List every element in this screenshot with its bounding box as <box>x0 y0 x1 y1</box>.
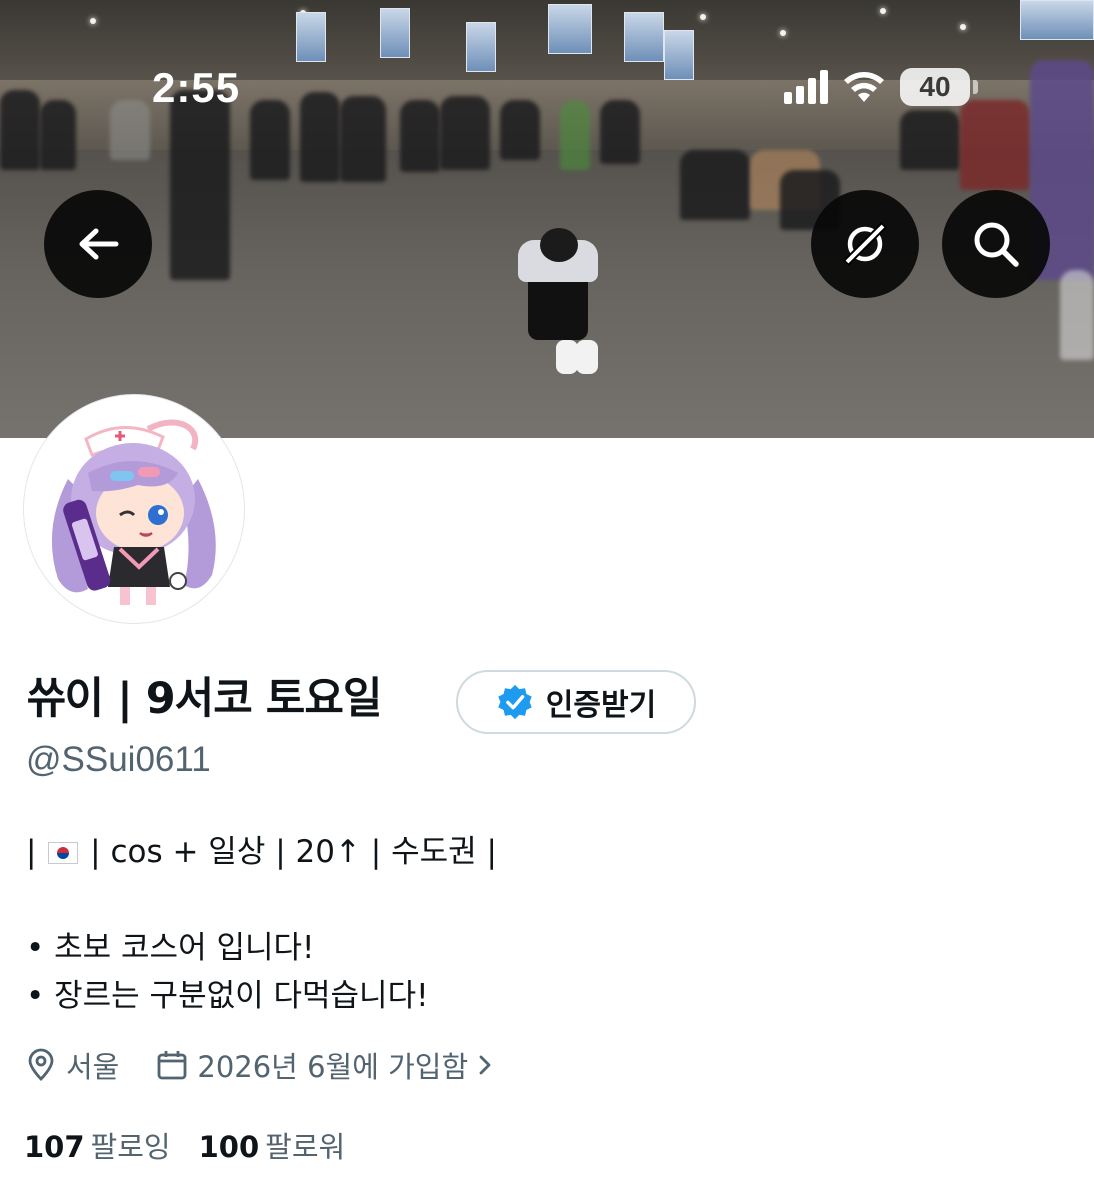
location-pin-icon <box>28 1048 54 1081</box>
battery-icon: 40 <box>900 68 978 106</box>
crowd-figure <box>440 96 490 170</box>
avatar-illustration <box>28 399 240 619</box>
bio-line: | | cos + 일상 | 20↑ | 수도권 | <box>26 828 497 876</box>
crowd-figure <box>600 100 640 164</box>
crowd-figure <box>250 100 290 180</box>
crowd-figure <box>110 100 150 160</box>
calendar-icon <box>157 1051 187 1080</box>
crowd-figure <box>400 100 440 172</box>
bio-line3: • 장르는 구분없이 다먹습니다! <box>26 978 429 1014</box>
ceiling-light <box>960 24 966 30</box>
followers-link[interactable]: 100 팔로워 <box>199 1124 346 1166</box>
crowd-figure <box>170 90 230 280</box>
battery-level: 40 <box>919 71 951 102</box>
hanging-banner <box>296 12 326 62</box>
ceiling-light <box>780 30 786 36</box>
wifi-icon <box>844 72 884 102</box>
crowd-figure <box>560 100 590 170</box>
crowd-figure <box>500 100 540 160</box>
crowd-figure <box>960 100 1030 190</box>
profile-handle: @SSui0611 <box>26 740 211 779</box>
bio-line1-prefix: | <box>26 834 47 870</box>
joined-date-item: 2026년 6월에 가입함 <box>155 1044 494 1086</box>
seated-person-shoe <box>576 340 598 374</box>
crowd-figure <box>40 100 76 170</box>
grok-icon <box>843 222 887 266</box>
arrow-left-icon <box>79 228 119 260</box>
follow-stats: 107 팔로잉 100 팔로워 <box>24 1124 345 1166</box>
search-icon <box>974 222 1019 267</box>
following-label: 팔로잉 <box>90 1130 171 1164</box>
hanging-banner <box>624 12 664 62</box>
ceiling-light <box>700 14 706 20</box>
crowd-figure <box>900 110 960 170</box>
cellular-signal-icon <box>784 70 828 104</box>
following-count: 107 <box>24 1130 85 1164</box>
crowd-figure <box>680 150 750 220</box>
profile-bio: | | cos + 일상 | 20↑ | 수도권 | • 초보 코스어 입니다!… <box>26 828 497 1020</box>
joined-date-text: 2026년 6월에 가입함 <box>197 1050 469 1084</box>
grok-button[interactable] <box>811 190 919 298</box>
ceiling-light <box>880 8 886 14</box>
crowd-figure <box>0 90 40 170</box>
bio-spacer <box>26 876 497 924</box>
get-verified-button[interactable]: 인증받기 <box>456 670 696 734</box>
south-korea-flag-icon <box>48 842 79 864</box>
hanging-banner <box>548 4 592 54</box>
get-verified-label: 인증받기 <box>545 688 657 723</box>
profile-avatar[interactable] <box>24 395 244 623</box>
chevron-right-icon[interactable] <box>476 1052 494 1078</box>
status-icons: 40 <box>784 68 978 106</box>
profile-meta: 서울 2026년 6월에 가입함 <box>24 1044 530 1086</box>
crowd-figure <box>340 96 386 182</box>
hanging-banner <box>664 30 694 80</box>
hanging-banner <box>1020 0 1094 40</box>
search-button[interactable] <box>942 190 1050 298</box>
back-button[interactable] <box>44 190 152 298</box>
following-link[interactable]: 107 팔로잉 <box>24 1124 171 1166</box>
hanging-banner <box>466 22 496 72</box>
location-text: 서울 <box>66 1050 120 1084</box>
hanging-banner <box>380 8 410 58</box>
location-item: 서울 <box>24 1044 119 1086</box>
profile-display-name: 쓔이 | 9서코 토요일 <box>26 674 382 724</box>
seated-person-head <box>540 228 578 262</box>
bio-line2: • 초보 코스어 입니다! <box>26 930 315 966</box>
crowd-figure <box>300 92 340 182</box>
verified-badge-icon <box>498 684 532 720</box>
status-time: 2:55 <box>152 64 241 111</box>
followers-count: 100 <box>198 1130 260 1164</box>
bio-line1-text: | cos + 일상 | 20↑ | 수도권 | <box>80 834 497 870</box>
seated-person-shoe <box>556 340 578 374</box>
ceiling-light <box>90 18 96 24</box>
crowd-figure <box>1060 270 1094 360</box>
followers-label: 팔로워 <box>265 1130 346 1164</box>
